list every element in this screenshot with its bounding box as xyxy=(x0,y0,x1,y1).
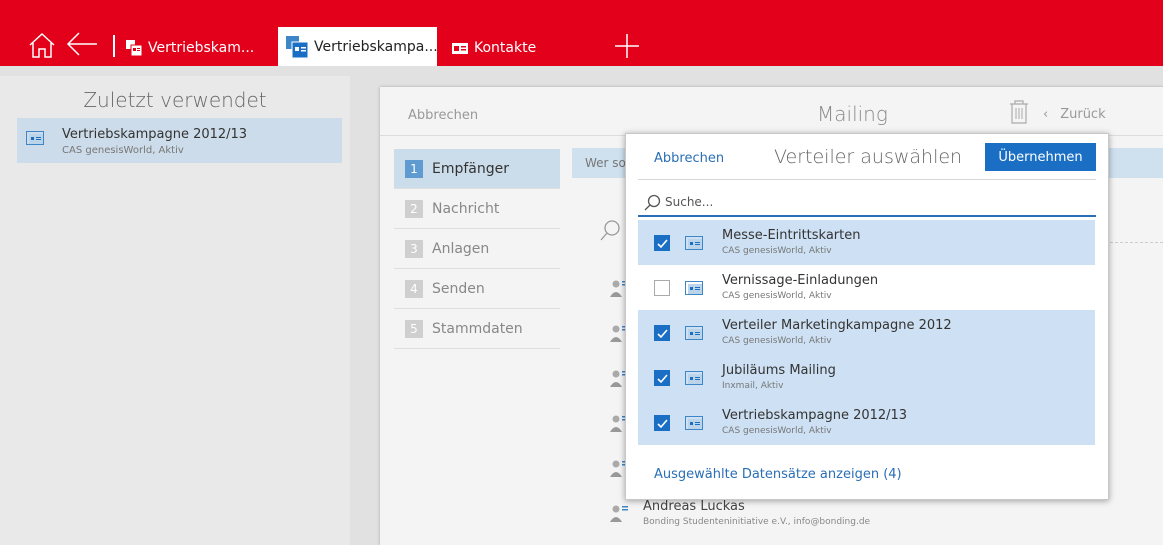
title-bar: Vertriebskam... Vertriebskampa... Kontak… xyxy=(0,0,1163,66)
tab-kontakte[interactable]: Kontakte xyxy=(452,31,536,65)
step-nachricht[interactable]: 2 Nachricht xyxy=(394,189,560,229)
list-item[interactable]: Verteiler Marketingkampagne 2012 CAS gen… xyxy=(638,310,1095,355)
list-icon xyxy=(685,236,703,250)
contact-sub: Bonding Studenteninitiative e.V., info@b… xyxy=(643,517,871,527)
checkbox[interactable] xyxy=(654,325,670,341)
tab-label: Vertriebskampa... xyxy=(314,38,438,55)
step-list: 1 Empfänger 2 Nachricht 3 Anlagen 4 Send… xyxy=(394,149,560,349)
show-selected-link[interactable]: Ausgewählte Datensätze anzeigen (4) xyxy=(654,467,902,482)
campaign-icon xyxy=(126,40,142,56)
checkbox[interactable] xyxy=(654,235,670,251)
checkbox[interactable] xyxy=(654,415,670,431)
tab-label: Vertriebskam... xyxy=(148,40,255,56)
list-icon xyxy=(685,281,703,295)
list-item-sub: CAS genesisWorld, Aktiv xyxy=(722,426,832,436)
mailing-title: Mailing xyxy=(817,102,888,126)
checkmark-icon xyxy=(657,419,668,429)
recent-pane: Zuletzt verwendet Vertriebskampagne 2012… xyxy=(0,76,350,545)
step-label: Stammdaten xyxy=(432,320,523,337)
list-item-name: Jubiläums Mailing xyxy=(722,363,836,378)
contact-icon xyxy=(610,505,628,522)
checkmark-icon xyxy=(657,374,668,384)
list-item-sub: CAS genesisWorld, Aktiv xyxy=(722,246,832,256)
home-icon[interactable] xyxy=(28,31,56,59)
back-label: Zurück xyxy=(1060,107,1106,122)
search-input[interactable] xyxy=(665,195,1065,209)
back-button[interactable]: ‹ Zurück xyxy=(1043,107,1106,122)
step-stammdaten[interactable]: 5 Stammdaten xyxy=(394,309,560,349)
list-item-sub: CAS genesisWorld, Aktiv xyxy=(722,336,832,346)
checkbox[interactable] xyxy=(654,280,670,296)
chevron-left-icon: ‹ xyxy=(1043,107,1049,122)
list-icon xyxy=(685,371,703,385)
list-item[interactable]: Vernissage-Einladungen CAS genesisWorld,… xyxy=(638,265,1095,310)
search-icon xyxy=(644,194,661,211)
checkmark-icon xyxy=(657,239,668,249)
back-arrow-icon[interactable] xyxy=(66,31,98,57)
trash-icon[interactable] xyxy=(1008,100,1030,124)
list-item-name: Messe-Eintrittskarten xyxy=(722,228,861,243)
separator xyxy=(113,35,115,57)
step-label: Nachricht xyxy=(432,200,500,217)
search-field xyxy=(638,193,1096,217)
list-item-sub: CAS genesisWorld, Aktiv xyxy=(722,291,832,301)
recent-item[interactable]: Vertriebskampagne 2012/13 CAS genesisWor… xyxy=(17,118,342,163)
tab-vertriebskampagne-1[interactable]: Vertriebskam... xyxy=(126,31,254,65)
add-tab-icon[interactable] xyxy=(615,34,639,58)
tab-vertriebskampagne-2[interactable]: Vertriebskampa... xyxy=(278,27,438,66)
search-icon[interactable] xyxy=(599,219,623,243)
list-item-name: Vertriebskampagne 2012/13 xyxy=(722,408,908,423)
contact-card-icon xyxy=(452,43,468,54)
accept-button[interactable]: Übernehmen xyxy=(985,143,1096,171)
campaign-icon xyxy=(286,35,308,58)
distribution-list: Messe-Eintrittskarten CAS genesisWorld, … xyxy=(638,220,1095,445)
mailing-cancel-button[interactable]: Abbrechen xyxy=(408,108,478,123)
recent-title: Zuletzt verwendet xyxy=(83,88,267,112)
popup-cancel-button[interactable]: Abbrechen xyxy=(654,151,724,166)
divider xyxy=(638,179,1096,180)
list-item[interactable]: Messe-Eintrittskarten CAS genesisWorld, … xyxy=(638,220,1095,265)
checkbox[interactable] xyxy=(654,370,670,386)
popup-title: Verteiler auswählen xyxy=(774,146,963,168)
step-number: 1 xyxy=(405,159,423,178)
list-icon xyxy=(685,326,703,340)
list-icon xyxy=(685,416,703,430)
step-number: 4 xyxy=(405,279,423,298)
step-number: 2 xyxy=(405,199,423,218)
checkmark-icon xyxy=(657,329,668,339)
step-senden[interactable]: 4 Senden xyxy=(394,269,560,309)
distribution-list-popup: Abbrechen Verteiler auswählen Übernehmen… xyxy=(625,133,1109,500)
step-label: Empfänger xyxy=(432,160,510,177)
recent-item-name: Vertriebskampagne 2012/13 xyxy=(62,127,248,142)
tab-label: Kontakte xyxy=(474,40,537,56)
step-empfaenger[interactable]: 1 Empfänger xyxy=(394,149,560,189)
step-label: Anlagen xyxy=(432,240,490,257)
contact-name[interactable]: Andreas Luckas xyxy=(643,499,745,514)
list-item-sub: Inxmail, Aktiv xyxy=(722,381,784,391)
step-number: 5 xyxy=(405,319,423,338)
list-item-name: Vernissage-Einladungen xyxy=(722,273,879,288)
step-number: 3 xyxy=(405,239,423,258)
list-item[interactable]: Jubiläums Mailing Inxmail, Aktiv xyxy=(638,355,1095,400)
search-underline xyxy=(1100,242,1163,243)
list-item[interactable]: Vertriebskampagne 2012/13 CAS genesisWor… xyxy=(638,400,1095,445)
recent-item-sub: CAS genesisWorld, Aktiv xyxy=(62,145,184,156)
list-icon xyxy=(26,131,44,145)
step-anlagen[interactable]: 3 Anlagen xyxy=(394,229,560,269)
step-label: Senden xyxy=(432,280,485,297)
list-item-name: Verteiler Marketingkampagne 2012 xyxy=(722,318,952,333)
